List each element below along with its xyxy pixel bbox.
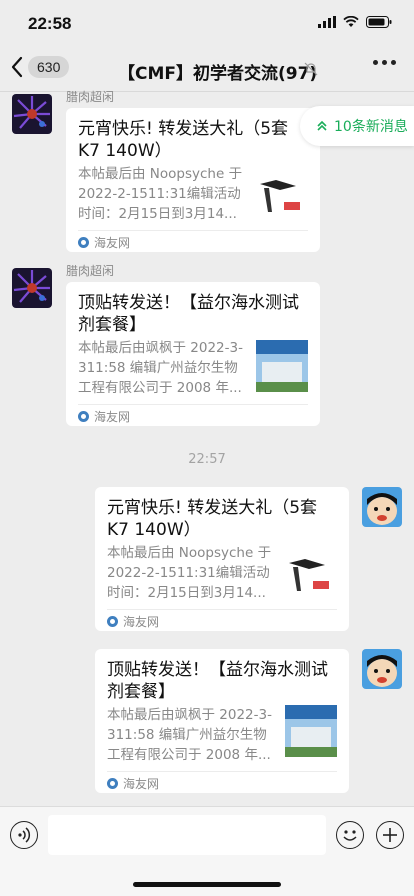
source-logo-icon xyxy=(78,237,89,248)
card-thumbnail xyxy=(285,705,337,757)
source-logo-icon xyxy=(107,778,118,789)
card-divider xyxy=(107,771,337,772)
card-source: 海友网 xyxy=(78,234,130,251)
card-source-label: 海友网 xyxy=(94,410,131,424)
voice-icon xyxy=(18,827,31,843)
more-dot xyxy=(373,60,378,65)
emoji-icon xyxy=(343,830,357,841)
new-messages-label: 10条新消息 xyxy=(334,119,408,135)
card-divider xyxy=(107,609,337,610)
new-messages-button[interactable]: 10条新消息 xyxy=(300,106,414,146)
back-button[interactable]: 630 xyxy=(10,56,70,78)
link-card[interactable]: 顶贴转发送！【益尔海水测试剂套餐】 本帖最后由飒枫于 2022-3-311:58… xyxy=(66,282,320,426)
voice-button[interactable] xyxy=(10,821,38,849)
card-source: 海友网 xyxy=(107,613,159,630)
my-avatar[interactable] xyxy=(362,649,402,689)
building-image xyxy=(285,705,337,757)
emoji-button[interactable] xyxy=(336,821,364,849)
card-title: 顶贴转发送！【益尔海水测试剂套餐】 xyxy=(78,293,299,335)
card-description: 本帖最后由 Noopsyche 于 2022-2-1511:31编辑活动时间：2… xyxy=(107,545,272,601)
card-thumbnail xyxy=(285,547,337,599)
product-image xyxy=(256,168,308,220)
chevron-left-icon xyxy=(11,56,23,78)
card-divider xyxy=(78,404,308,405)
card-source: 海友网 xyxy=(107,775,159,792)
card-description: 本帖最后由 Noopsyche 于 2022-2-1511:31编辑活动时间：2… xyxy=(78,166,243,222)
avatar[interactable] xyxy=(12,94,52,134)
more-dot xyxy=(382,60,387,65)
link-card[interactable]: 元宵快乐! 转发送大礼（5套K7 140W） 本帖最后由 Noopsyche 于… xyxy=(95,487,349,631)
card-source-label: 海友网 xyxy=(94,236,131,250)
card-title: 元宵快乐! 转发送大礼（5套K7 140W） xyxy=(78,119,289,161)
plus-icon xyxy=(383,828,397,842)
source-logo-icon xyxy=(107,616,118,627)
chat-title: 【CMF】初学者交流(97) xyxy=(118,64,318,84)
battery-icon xyxy=(366,16,392,28)
sender-name: 腊肉超闲 xyxy=(66,264,115,278)
card-thumbnail xyxy=(256,340,308,392)
nav-bar: 630 【CMF】初学者交流(97) xyxy=(0,48,414,92)
more-functions-button[interactable] xyxy=(376,821,404,849)
avatar-image xyxy=(12,268,52,308)
avatar-image xyxy=(362,487,402,527)
avatar-image xyxy=(12,94,52,134)
avatar-image xyxy=(362,649,402,689)
signal-icon xyxy=(318,16,336,28)
wifi-icon xyxy=(343,16,359,27)
source-logo-icon xyxy=(78,411,89,422)
card-description: 本帖最后由飒枫于 2022-3-311:58 编辑广州益尔生物工程有限公司于 2… xyxy=(78,340,243,396)
sender-name: 腊肉超闲 xyxy=(66,90,115,104)
home-indicator xyxy=(133,882,281,887)
card-title: 元宵快乐! 转发送大礼（5套K7 140W） xyxy=(107,498,318,540)
mute-icon xyxy=(304,62,318,76)
my-avatar[interactable] xyxy=(362,487,402,527)
link-card[interactable]: 元宵快乐! 转发送大礼（5套K7 140W） 本帖最后由 Noopsyche 于… xyxy=(66,108,320,252)
status-time: 22:58 xyxy=(28,14,72,33)
link-card[interactable]: 顶贴转发送！【益尔海水测试剂套餐】 本帖最后由飒枫于 2022-3-311:58… xyxy=(95,649,349,793)
avatar[interactable] xyxy=(12,268,52,308)
product-image xyxy=(285,547,337,599)
card-divider xyxy=(78,230,308,231)
unread-count-badge: 630 xyxy=(28,56,70,78)
card-description: 本帖最后由飒枫于 2022-3-311:58 编辑广州益尔生物工程有限公司于 2… xyxy=(107,707,272,763)
card-source: 海友网 xyxy=(78,408,130,425)
card-thumbnail xyxy=(256,168,308,220)
card-source-label: 海友网 xyxy=(123,615,160,629)
double-chevron-up-icon xyxy=(317,120,327,131)
status-icons xyxy=(318,16,392,28)
building-image xyxy=(256,340,308,392)
message-input[interactable] xyxy=(48,815,326,855)
card-source-label: 海友网 xyxy=(123,777,160,791)
status-bar: 22:58 xyxy=(0,0,414,48)
time-separator: 22:57 xyxy=(188,452,226,467)
more-dot xyxy=(391,60,396,65)
more-button[interactable] xyxy=(373,60,396,65)
card-title: 顶贴转发送！【益尔海水测试剂套餐】 xyxy=(107,660,328,702)
